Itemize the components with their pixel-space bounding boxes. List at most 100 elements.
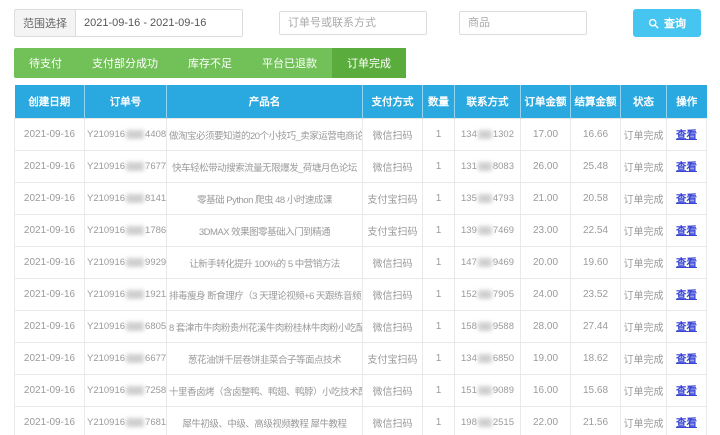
order-no-suffix: 1786 [145,225,166,236]
redacted-blur [478,130,492,139]
cell-create-date: 2021-09-16 [15,375,85,407]
header-status: 状态 [621,85,667,119]
view-link[interactable]: 查看 [676,417,697,429]
cell-order-no: Y2109166677 [85,343,167,375]
table-row: 2021-09-16 Y2109166805 8 套津市牛肉粉贵州花溪牛肉粉桂林… [15,311,707,343]
order-no-prefix: Y210916 [87,129,125,140]
order-no-prefix: Y210916 [87,385,125,396]
contact-prefix: 198 [461,417,477,428]
cell-create-date: 2021-09-16 [15,119,85,151]
cell-order-amount: 20.00 [521,247,571,279]
header-order-amount: 订单金额 [521,85,571,119]
table-row: 2021-09-16 Y2109161786 3DMAX 效果图零基础入门到精通… [15,215,707,247]
cell-settle-amount: 20.58 [571,183,621,215]
view-link[interactable]: 查看 [676,385,697,397]
cell-status: 订单完成 [621,311,667,343]
order-table: 创建日期 订单号 产品名 支付方式 数量 联系方式 订单金额 结算金额 状态 操… [14,85,707,435]
contact-prefix: 135 [461,193,477,204]
order-search-input[interactable] [279,11,427,35]
cell-payment-method: 微信扫码 [363,375,423,407]
contact-suffix: 7469 [493,225,514,236]
cell-contact: 1527905 [455,279,521,311]
order-no-suffix: 7258 [145,385,166,396]
view-link[interactable]: 查看 [676,289,697,301]
cell-payment-method: 微信扫码 [363,279,423,311]
contact-suffix: 8083 [493,161,514,172]
cell-contact: 1479469 [455,247,521,279]
tab-out-of-stock[interactable]: 库存不足 [173,48,247,78]
cell-payment-method: 微信扫码 [363,151,423,183]
cell-quantity: 1 [423,279,455,311]
cell-product-name: 做淘宝必须要知道的20个小技巧_卖家运营电商论坛 [167,119,363,151]
cell-settle-amount: 15.68 [571,375,621,407]
cell-action: 查看 [667,151,707,183]
cell-product-name: 十里香卤烤（含卤整鸭、鸭翅、鸭脖）小吃技术配方 [167,375,363,407]
product-search-input[interactable] [459,11,587,35]
cell-status: 订单完成 [621,183,667,215]
redacted-blur [478,194,492,203]
search-button[interactable]: 查询 [633,9,701,37]
redacted-blur [126,290,144,299]
header-product-name: 产品名 [167,85,363,119]
redacted-blur [478,418,492,427]
contact-prefix: 152 [461,289,477,300]
redacted-blur [478,386,492,395]
contact-suffix: 2515 [493,417,514,428]
view-link[interactable]: 查看 [676,321,697,333]
tab-pending-payment[interactable]: 待支付 [14,48,77,78]
cell-product-name: 3DMAX 效果图零基础入门到精通 [167,215,363,247]
cell-settle-amount: 21.56 [571,407,621,435]
cell-order-amount: 24.00 [521,279,571,311]
cell-action: 查看 [667,183,707,215]
order-no-suffix: 7681 [145,417,166,428]
cell-create-date: 2021-09-16 [15,279,85,311]
redacted-blur [478,258,492,267]
view-link[interactable]: 查看 [676,257,697,269]
cell-status: 订单完成 [621,407,667,435]
filter-bar: 范围选择 查询 [0,0,720,43]
cell-contact: 1346850 [455,343,521,375]
header-action: 操作 [667,85,707,119]
cell-payment-method: 微信扫码 [363,311,423,343]
cell-payment-method: 支付宝扫码 [363,215,423,247]
order-table-body: 2021-09-16 Y210916 4408 做淘宝必须要知道的20个小技巧_卖… [15,119,707,435]
table-row: 2021-09-16 Y210916 4408 做淘宝必须要知道的20个小技巧_卖… [15,119,707,151]
cell-create-date: 2021-09-16 [15,183,85,215]
cell-settle-amount: 18.62 [571,343,621,375]
cell-contact: 1341302 [455,119,521,151]
view-link[interactable]: 查看 [676,193,697,205]
cell-status: 订单完成 [621,119,667,151]
contact-prefix: 139 [461,225,477,236]
cell-product-name: 葱花油饼千层卷饼韭菜合子等面点技术 [167,343,363,375]
cell-contact: 1589588 [455,311,521,343]
date-range-input[interactable] [75,9,243,37]
order-no-suffix: 4408 [145,129,166,140]
cell-order-no: Y2109168141 [85,183,167,215]
order-no-prefix: Y210916 [87,353,125,364]
cell-action: 查看 [667,311,707,343]
table-row: 2021-09-16 Y2109167681 犀牛初级、中级、高级视频教程 犀牛… [15,407,707,435]
order-no-prefix: Y210916 [87,161,125,172]
cell-payment-method: 微信扫码 [363,407,423,435]
redacted-blur [478,354,492,363]
cell-payment-method: 支付宝扫码 [363,183,423,215]
view-link[interactable]: 查看 [676,353,697,365]
cell-payment-method: 支付宝扫码 [363,343,423,375]
cell-order-no: Y210916 4408 [85,119,167,151]
redacted-blur [126,130,144,139]
view-link[interactable]: 查看 [676,225,697,237]
cell-order-amount: 22.00 [521,407,571,435]
search-icon [648,18,659,29]
tab-platform-refunded[interactable]: 平台已退款 [247,48,332,78]
cell-payment-method: 微信扫码 [363,119,423,151]
tab-partial-success[interactable]: 支付部分成功 [77,48,173,78]
redacted-blur [126,162,144,171]
cell-action: 查看 [667,215,707,247]
cell-contact: 1354793 [455,183,521,215]
redacted-blur [126,322,144,331]
tab-order-complete[interactable]: 订单完成 [332,48,406,78]
view-link[interactable]: 查看 [676,161,697,173]
view-link[interactable]: 查看 [676,129,697,141]
cell-action: 查看 [667,375,707,407]
cell-order-no: Y2109167677 [85,151,167,183]
